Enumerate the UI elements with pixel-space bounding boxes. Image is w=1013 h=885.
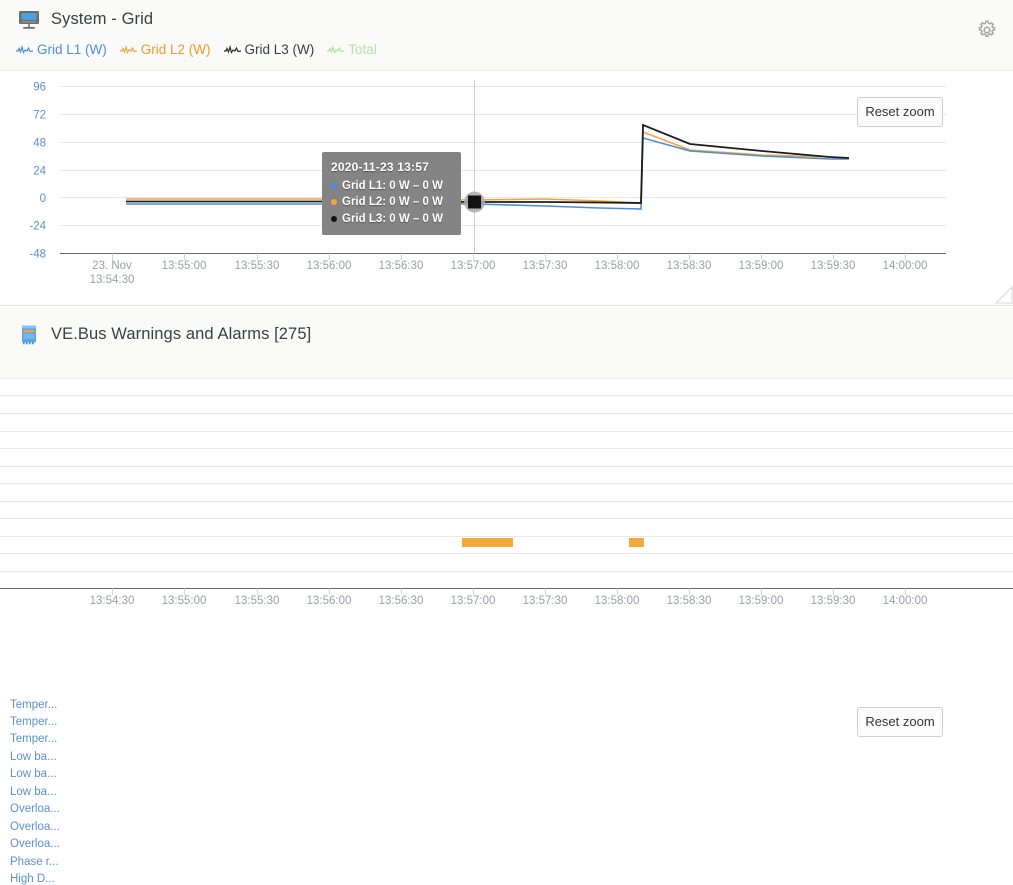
x-axis-tickmarks: [112, 588, 906, 595]
category-label-6[interactable]: Overloa...: [10, 803, 60, 815]
tooltip-row-label: Grid L3: 0 W – 0 W: [342, 212, 443, 225]
y-axis-ticks: 96 72 48 24 0 -24 -48: [29, 82, 46, 261]
svg-text:48: 48: [33, 138, 46, 150]
series-dot-icon: [331, 199, 337, 206]
svg-text:13:57:30: 13:57:30: [523, 260, 568, 272]
svg-text:13:54:30: 13:54:30: [90, 595, 135, 607]
legend-label: Grid L2 (W): [140, 42, 211, 57]
svg-text:13:58:30: 13:58:30: [667, 260, 712, 272]
x-axis-tickmarks: [112, 253, 906, 260]
svg-text:13:58:30: 13:58:30: [667, 595, 712, 607]
svg-text:13:55:30: 13:55:30: [235, 595, 280, 607]
svg-text:13:56:30: 13:56:30: [379, 260, 424, 272]
reset-zoom-button-alarms[interactable]: Reset zoom: [857, 707, 943, 737]
panel-resize-handle[interactable]: [993, 284, 1013, 304]
svg-text:14:00:00: 14:00:00: [883, 260, 928, 272]
category-label-7[interactable]: Overloa...: [10, 821, 60, 833]
category-label-9[interactable]: Phase r...: [10, 856, 59, 868]
panel-title-row-alarms: VE.Bus Warnings and Alarms [275]: [18, 324, 311, 345]
legend-label: Grid L3 (W): [244, 42, 315, 57]
svg-text:0: 0: [40, 193, 46, 205]
panel-header-grid: System - Grid Grid L1 (W) Grid L2 (W) Gr…: [0, 0, 1013, 71]
legend-item-total[interactable]: Total: [327, 42, 377, 57]
svg-text:13:56:00: 13:56:00: [307, 595, 352, 607]
svg-text:13:58:00: 13:58:00: [595, 260, 640, 272]
category-label-3[interactable]: Low ba...: [10, 751, 57, 763]
tooltip-row-label: Grid L1: 0 W – 0 W: [342, 179, 443, 192]
panel-header-alarms: VE.Bus Warnings and Alarms [275]: [0, 307, 1013, 379]
legend-label: Grid L1 (W): [37, 42, 107, 57]
alarm-event-bars: [462, 538, 644, 547]
legend-item-grid-l3[interactable]: Grid L3 (W): [223, 42, 315, 57]
svg-text:13:56:00: 13:56:00: [307, 260, 352, 272]
svg-text:72: 72: [33, 110, 46, 122]
svg-text:13:54:30: 13:54:30: [90, 274, 135, 286]
svg-text:13:59:30: 13:59:30: [811, 595, 856, 607]
tooltip-row-label: Grid L2: 0 W – 0 W: [342, 196, 443, 208]
legend-item-grid-l2[interactable]: Grid L2 (W): [119, 42, 211, 57]
legend-label: Total: [348, 42, 377, 57]
svg-text:13:55:30: 13:55:30: [235, 260, 280, 272]
series-line-grid-l3: [126, 123, 850, 204]
tooltip-date: 2020-11-23 13:57: [331, 160, 429, 174]
x-axis-ticks: 23. Nov 13:54:30 13:55:00 13:55:30 13:56…: [90, 260, 928, 286]
panel-title-row-grid: System - Grid: [18, 9, 153, 30]
svg-text:23. Nov: 23. Nov: [92, 260, 132, 272]
svg-text:13:59:00: 13:59:00: [739, 595, 784, 607]
svg-text:-24: -24: [29, 221, 46, 233]
svg-text:13:57:00: 13:57:00: [451, 595, 496, 607]
tooltip-row-l3: Grid L3: 0 W – 0 W: [331, 211, 452, 228]
svg-text:96: 96: [33, 82, 46, 94]
x-axis-ticks: 13:54:30 13:55:00 13:55:30 13:56:00 13:5…: [90, 595, 928, 607]
chart-tooltip: 2020-11-23 13:57 Grid L1: 0 W – 0 W Grid…: [322, 152, 461, 235]
category-label-10[interactable]: High D...: [10, 873, 55, 885]
alarm-bar-1: [629, 538, 644, 547]
vebus-device-icon: [18, 324, 40, 345]
series-dot-icon: [331, 215, 337, 222]
series-dot-icon: [331, 182, 337, 189]
svg-text:-48: -48: [29, 249, 46, 261]
tooltip-row-l2: Grid L2: 0 W – 0 W: [331, 194, 452, 211]
page-title: VE.Bus Warnings and Alarms [275]: [51, 325, 312, 343]
chart-legend: Grid L1 (W) Grid L2 (W) Grid L3 (W) Tota…: [16, 42, 377, 57]
series-line-icon: [119, 44, 137, 55]
category-label-4[interactable]: Low ba...: [10, 768, 57, 780]
alarm-bar-0: [462, 538, 513, 547]
alarm-timeline-plot[interactable]: 13:54:30 13:55:00 13:55:30 13:56:00 13:5…: [0, 380, 1013, 615]
reset-zoom-button-grid[interactable]: Reset zoom: [857, 97, 943, 127]
grid-device-icon: [18, 9, 40, 30]
svg-text:14:00:00: 14:00:00: [883, 595, 928, 607]
svg-text:13:55:00: 13:55:00: [162, 595, 207, 607]
svg-text:13:57:30: 13:57:30: [523, 595, 568, 607]
series-line-icon: [16, 44, 33, 55]
svg-text:13:59:30: 13:59:30: [811, 260, 856, 272]
category-label-2[interactable]: Temper...: [10, 733, 57, 745]
category-label-5[interactable]: Low ba...: [10, 786, 57, 798]
svg-text:13:55:00: 13:55:00: [162, 260, 207, 272]
legend-item-grid-l1[interactable]: Grid L1 (W): [16, 42, 107, 57]
svg-text:13:56:30: 13:56:30: [379, 595, 424, 607]
svg-text:13:59:00: 13:59:00: [739, 260, 784, 272]
category-label-0[interactable]: Temper...: [10, 699, 57, 711]
page-title: System - Grid: [51, 10, 154, 28]
category-label-1[interactable]: Temper...: [10, 716, 57, 728]
panel-system-grid: System - Grid Grid L1 (W) Grid L2 (W) Gr…: [0, 0, 1013, 306]
chart-hover-marker: [464, 191, 485, 213]
svg-text:13:57:00: 13:57:00: [451, 260, 496, 272]
category-label-8[interactable]: Overloa...: [10, 838, 60, 850]
series-line-icon: [223, 44, 241, 55]
svg-text:13:58:00: 13:58:00: [595, 595, 640, 607]
series-line-icon: [327, 44, 345, 55]
gear-icon[interactable]: [977, 20, 997, 40]
panel-vebus-alarms: VE.Bus Warnings and Alarms [275] Temper.…: [0, 307, 1013, 885]
svg-text:24: 24: [33, 166, 46, 178]
tooltip-row-l1: Grid L1: 0 W – 0 W: [331, 178, 452, 195]
